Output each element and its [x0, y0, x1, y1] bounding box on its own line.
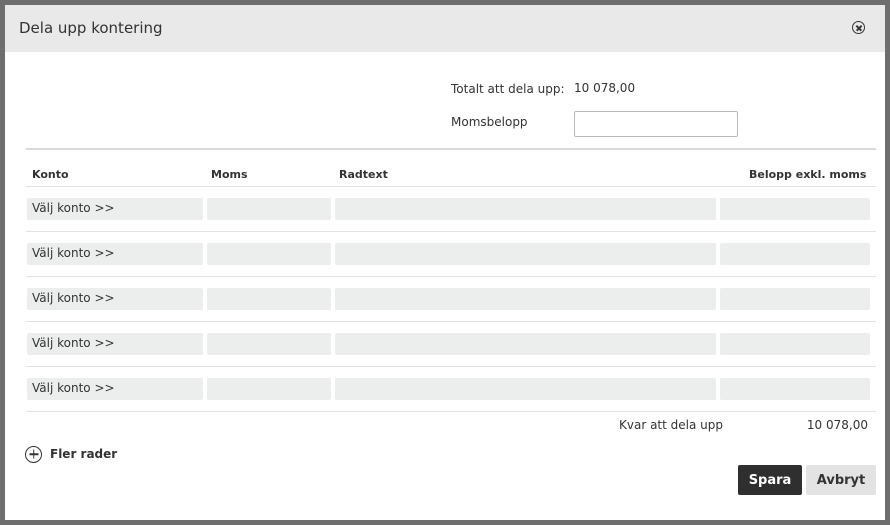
dialog-title: Dela upp kontering [19, 19, 163, 37]
column-header-belopp: Belopp exkl. moms [749, 168, 867, 181]
cancel-button[interactable]: Avbryt [806, 465, 876, 495]
row-divider [26, 231, 876, 232]
select-account-button[interactable]: Välj konto >> [27, 198, 203, 220]
row-divider [26, 276, 876, 277]
close-icon[interactable] [852, 21, 865, 34]
moms-amount-input[interactable] [574, 111, 738, 137]
column-header-moms: Moms [211, 168, 248, 181]
remaining-label: Kvar att dela upp [619, 418, 723, 432]
row-text-cell[interactable] [335, 243, 716, 265]
total-value: 10 078,00 [574, 81, 636, 95]
plus-circle-icon [25, 445, 42, 463]
moms-cell[interactable] [207, 333, 331, 355]
select-account-button[interactable]: Välj konto >> [27, 333, 203, 355]
save-button[interactable]: Spara [738, 465, 802, 495]
amount-cell[interactable] [720, 198, 870, 220]
row-divider [26, 321, 876, 322]
divider [26, 186, 876, 187]
more-rows-button[interactable]: Fler rader [25, 445, 117, 463]
moms-amount-label: Momsbelopp [451, 115, 528, 129]
row-divider [26, 411, 876, 412]
amount-cell[interactable] [720, 378, 870, 400]
moms-cell[interactable] [207, 198, 331, 220]
row-divider [26, 366, 876, 367]
more-rows-label: Fler rader [50, 447, 118, 461]
amount-cell[interactable] [720, 243, 870, 265]
column-header-konto: Konto [32, 168, 69, 181]
select-account-button[interactable]: Välj konto >> [27, 243, 203, 265]
column-header-radtext: Radtext [339, 168, 388, 181]
split-posting-dialog: Dela upp kontering Totalt att dela upp: … [5, 5, 885, 520]
divider [26, 148, 876, 150]
select-account-button[interactable]: Välj konto >> [27, 378, 203, 400]
amount-cell[interactable] [720, 333, 870, 355]
amount-cell[interactable] [720, 288, 870, 310]
remaining-value: 10 078,00 [806, 418, 868, 432]
dialog-header: Dela upp kontering [5, 5, 885, 52]
row-text-cell[interactable] [335, 333, 716, 355]
moms-cell[interactable] [207, 288, 331, 310]
row-text-cell[interactable] [335, 378, 716, 400]
moms-cell[interactable] [207, 243, 331, 265]
moms-cell[interactable] [207, 378, 331, 400]
total-label: Totalt att dela upp: [451, 82, 565, 96]
row-text-cell[interactable] [335, 288, 716, 310]
row-text-cell[interactable] [335, 198, 716, 220]
select-account-button[interactable]: Välj konto >> [27, 288, 203, 310]
